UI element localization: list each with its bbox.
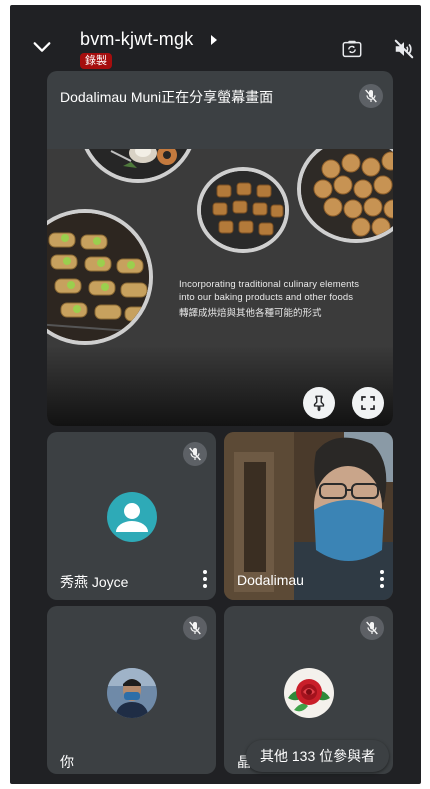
slide-text-line2: into our baking products and other foods [179,292,354,303]
default-person-avatar [107,492,157,542]
mic-off-icon [183,442,207,466]
meeting-code[interactable]: bvm-kjwt-mgk [80,29,193,50]
participant-name: Dodalimau [237,572,304,588]
photo-avatar [107,668,157,718]
slide-food-photo-dessert [79,149,197,183]
slide-food-photo-bites [197,167,289,253]
more-options-icon[interactable] [379,570,385,590]
pin-icon [313,395,325,412]
mic-off-icon [360,616,384,640]
presentation-tile[interactable]: Dodalimau Muni正在分享螢幕畫面 Incorporating tra… [47,71,393,426]
recording-badge: 錄製 [80,53,112,69]
chevron-down-icon[interactable] [31,36,53,58]
mic-off-icon [359,84,383,108]
participant-name: 你 [60,754,74,770]
other-participants-button[interactable]: 其他 133 位參與者 [246,740,390,772]
meet-screen: bvm-kjwt-mgk 錄製 Dodalimau Muni正在分享螢幕畫面 I… [10,5,421,784]
presenter-label: Dodalimau Muni正在分享螢幕畫面 [60,89,274,105]
mic-off-icon [183,616,207,640]
slide-food-photo-buns [297,149,393,243]
slide-bottom-area [47,347,393,426]
participant-name: 秀燕 Joyce [60,574,129,590]
fullscreen-button[interactable] [352,387,384,419]
pin-button[interactable] [303,387,335,419]
slide-food-photo-rolls [47,209,153,345]
slide-text-line1: Incorporating traditional culinary eleme… [179,279,360,290]
speaker-off-icon[interactable] [393,38,415,60]
fullscreen-icon [361,396,375,410]
participant-tile-self[interactable]: 你 [47,606,216,774]
participant-tile-joyce[interactable]: 秀燕 Joyce [47,432,216,600]
meeting-info-caret-icon[interactable] [211,35,217,45]
top-bar: bvm-kjwt-mgk 錄製 [10,5,421,69]
slide-text-line3: 轉譯成烘焙與其他各種可能的形式 [179,308,322,319]
rose-avatar [284,668,334,718]
shared-screen-slide: Incorporating traditional culinary eleme… [47,149,393,347]
flip-camera-icon[interactable] [341,38,363,60]
participant-tile-dodalimau[interactable]: Dodalimau [224,432,393,600]
more-options-icon[interactable] [202,570,208,590]
